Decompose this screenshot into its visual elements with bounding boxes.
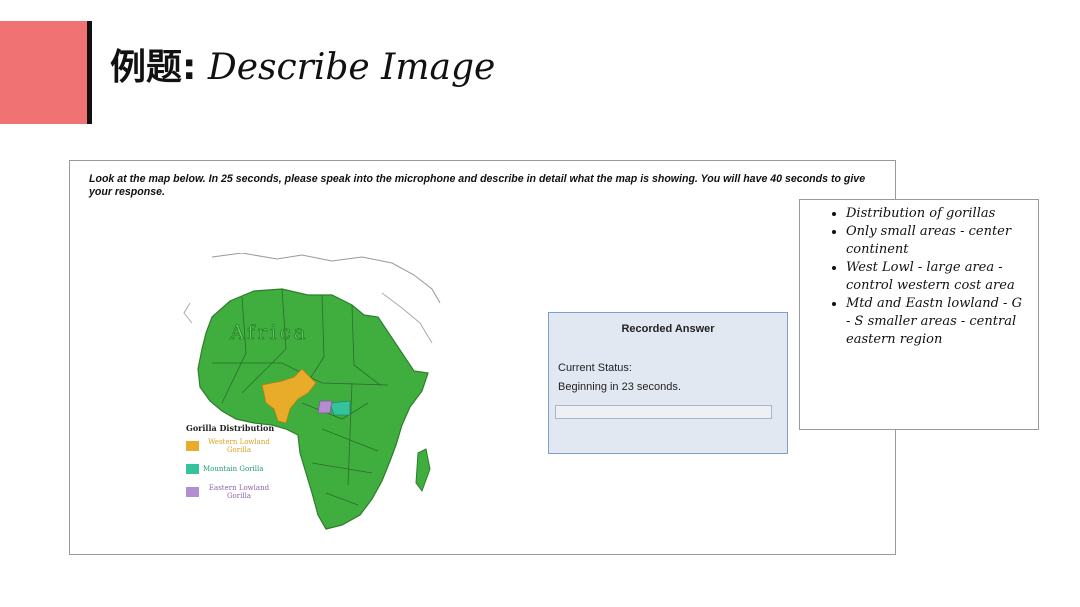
notes-box: Distribution of gorillas Only small area… bbox=[799, 199, 1039, 430]
map-legend: Gorilla Distribution Western Lowland Gor… bbox=[186, 423, 275, 510]
recorder-status-label: Current Status: bbox=[558, 362, 632, 374]
madagascar bbox=[415, 448, 431, 493]
eastern-lowland-region bbox=[317, 400, 333, 414]
note-item: Distribution of gorillas bbox=[846, 205, 1030, 223]
note-item: Mtd and Eastn lowland - G - S smaller ar… bbox=[846, 295, 1030, 349]
instructions-text: Look at the map below. In 25 seconds, pl… bbox=[89, 173, 866, 198]
legend-swatch-eastern-lowland bbox=[186, 487, 199, 497]
legend-item-western-lowland: Western Lowland Gorilla bbox=[186, 438, 275, 454]
recorder-progress-bar bbox=[555, 405, 772, 419]
map-label: Africa bbox=[229, 320, 309, 344]
question-panel: Look at the map below. In 25 seconds, pl… bbox=[69, 160, 896, 555]
legend-title: Gorilla Distribution bbox=[186, 423, 275, 433]
legend-swatch-western-lowland bbox=[186, 441, 199, 451]
legend-item-mountain: Mountain Gorilla bbox=[186, 464, 275, 474]
notes-list: Distribution of gorillas Only small area… bbox=[800, 200, 1038, 349]
legend-label-line1: Eastern Lowland bbox=[208, 484, 270, 492]
slide-title-en: Describe Image bbox=[207, 47, 496, 88]
legend-label-line1: Western Lowland bbox=[208, 438, 270, 446]
recorder-title: Recorded Answer bbox=[621, 323, 715, 335]
mountain-region bbox=[329, 400, 351, 416]
slide-title: 例题: Describe Image bbox=[110, 38, 495, 90]
note-item: West Lowl - large area - control western… bbox=[846, 259, 1030, 295]
accent-divider bbox=[87, 21, 92, 124]
map-outline-west bbox=[183, 302, 193, 324]
legend-label-line2: Gorilla bbox=[226, 492, 252, 500]
note-item: Only small areas - center continent bbox=[846, 223, 1030, 259]
slide-title-zh: 例题: bbox=[110, 47, 197, 88]
accent-block bbox=[0, 21, 87, 124]
legend-label-line2: Gorilla bbox=[226, 446, 252, 454]
legend-swatch-mountain bbox=[186, 464, 199, 474]
recorded-answer-box: Recorded Answer Current Status: Beginnin… bbox=[548, 312, 788, 454]
recorder-status-value: Beginning in 23 seconds. bbox=[558, 381, 681, 393]
legend-label-line1: Mountain Gorilla bbox=[203, 465, 264, 473]
legend-item-eastern-lowland: Eastern Lowland Gorilla bbox=[186, 484, 275, 500]
